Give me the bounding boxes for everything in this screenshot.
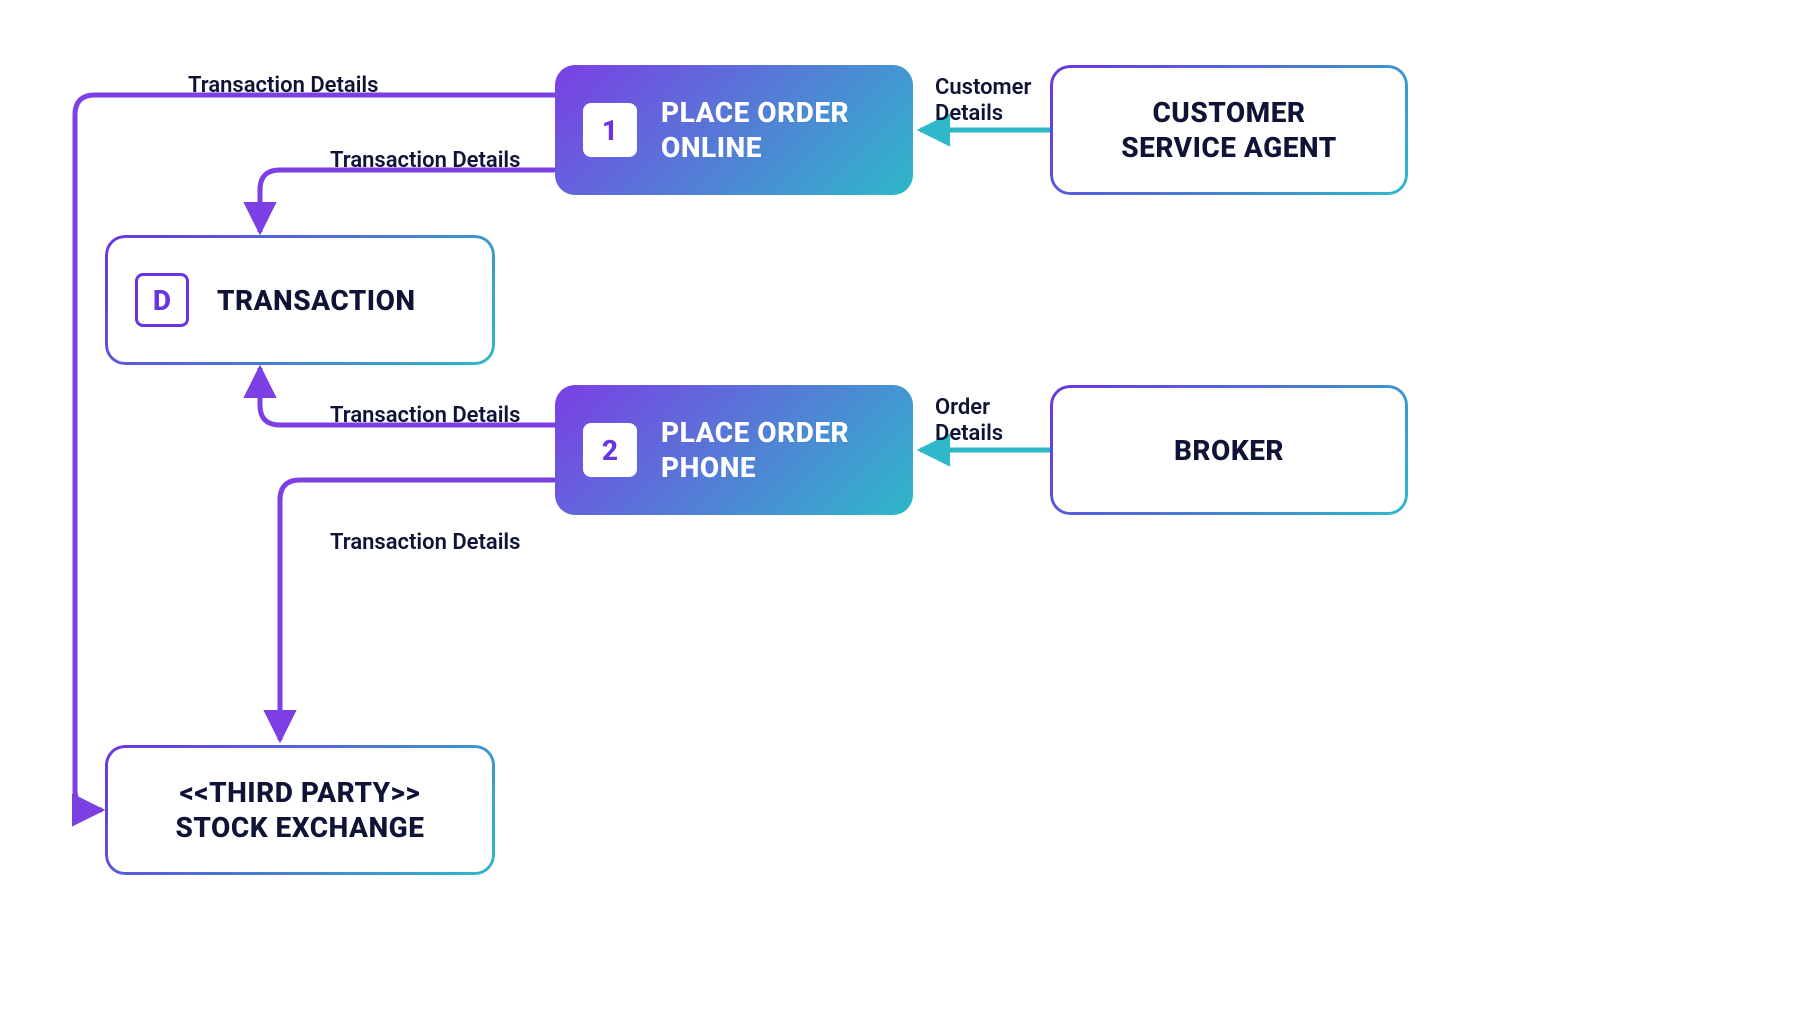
entity-customer-service-agent: CUSTOMERSERVICE AGENT bbox=[1050, 65, 1408, 195]
datastore-badge: D bbox=[135, 273, 189, 327]
connector-p1-to-stock-exchange bbox=[75, 95, 555, 810]
process-place-order-online: 1 PLACE ORDERONLINE bbox=[555, 65, 913, 195]
connector-p2-to-stock-exchange bbox=[280, 480, 555, 740]
process-place-order-phone: 2 PLACE ORDERPHONE bbox=[555, 385, 913, 515]
connector-p1-to-transaction bbox=[260, 170, 555, 232]
label-p1-to-stock-exchange: Transaction Details bbox=[188, 73, 378, 98]
datastore-transaction: D TRANSACTION bbox=[105, 235, 495, 365]
entity-csa-title: CUSTOMERSERVICE AGENT bbox=[1101, 95, 1356, 165]
process-1-number: 1 bbox=[583, 103, 637, 157]
label-broker-to-p2: OrderDetails bbox=[935, 395, 1075, 448]
process-2-number: 2 bbox=[583, 423, 637, 477]
label-p1-to-transaction: Transaction Details bbox=[330, 148, 520, 173]
process-1-title: PLACE ORDERONLINE bbox=[661, 95, 849, 165]
label-csa-to-p1: CustomerDetails bbox=[935, 75, 1075, 128]
entity-broker: BROKER bbox=[1050, 385, 1408, 515]
entity-stock-exchange: <<THIRD PARTY>> STOCK EXCHANGE bbox=[105, 745, 495, 875]
diagram-canvas: 1 PLACE ORDERONLINE 2 PLACE ORDERPHONE C… bbox=[0, 0, 1800, 1025]
process-2-title: PLACE ORDERPHONE bbox=[661, 415, 849, 485]
label-p2-to-transaction: Transaction Details bbox=[330, 403, 520, 428]
entity-broker-title: BROKER bbox=[1154, 433, 1304, 468]
datastore-title: TRANSACTION bbox=[217, 284, 416, 317]
entity-stock-exchange-title: <<THIRD PARTY>> STOCK EXCHANGE bbox=[156, 775, 445, 845]
label-p2-to-stock-exchange: Transaction Details bbox=[330, 530, 520, 555]
